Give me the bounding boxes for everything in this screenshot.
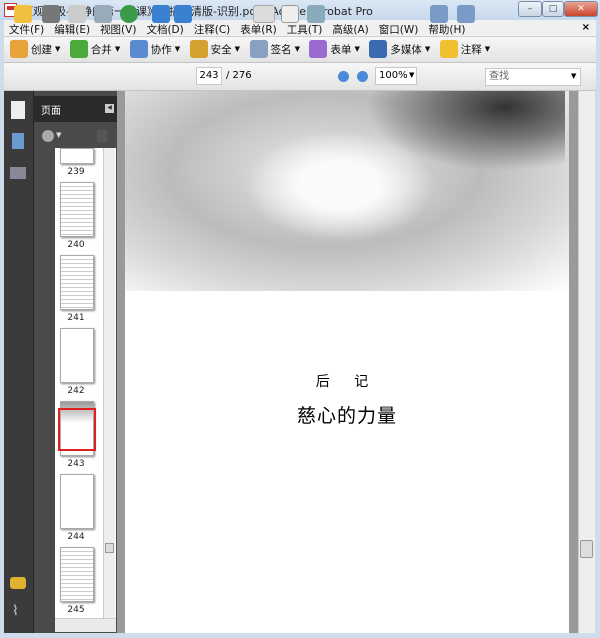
label: 签名 (270, 43, 292, 56)
close-button[interactable]: ✕ (564, 1, 598, 17)
chapter-heading: 后 记 (315, 374, 379, 390)
create-button[interactable]: 创建 ▼ (10, 37, 60, 61)
page-total: / 276 (226, 70, 252, 81)
comment-icon (439, 40, 458, 58)
page-number-label: 244 (67, 532, 85, 542)
page-thumbnail-241[interactable] (60, 255, 94, 310)
label: 注释 (460, 43, 482, 56)
collapse-panel-button[interactable]: ◀ (105, 104, 114, 113)
chevron-down-icon: ▼ (234, 45, 241, 53)
fit-page-icon[interactable] (457, 5, 475, 23)
page-number-input[interactable]: 243 (196, 67, 222, 85)
combine-button[interactable]: 合并 ▼ (69, 37, 121, 61)
hand-tool-icon[interactable] (281, 5, 299, 23)
chevron-down-icon: ▼ (424, 45, 431, 53)
label: 合并 (90, 43, 112, 56)
chapter-title: 慈心的力量 (296, 405, 397, 427)
gear-icon[interactable] (42, 130, 54, 142)
forms-button[interactable]: 表单 ▼ (309, 37, 360, 61)
pen-icon (249, 40, 268, 58)
zoom-tool-icon[interactable] (307, 5, 325, 23)
tasks-toolbar: 创建 ▼ 合并 ▼ 协作 ▼ 安全 ▼ 签名 ▼ 表单 ▼ 多媒体 ▼ 注释 ▼ (4, 37, 596, 63)
open-folder-icon[interactable] (14, 5, 32, 23)
fit-width-icon[interactable] (430, 5, 448, 23)
menu-window[interactable]: 窗口(W) (374, 20, 424, 37)
chevron-down-icon: ▼ (354, 45, 360, 53)
panel-title: 页面 (41, 106, 61, 117)
page-thumbnail-245[interactable] (60, 547, 94, 602)
label: 多媒体 (390, 43, 422, 56)
menu-bar: 文件(F) 编辑(E) 视图(V) 文档(D) 注释(C) 表单(R) 工具(T) 高级(A)… (4, 20, 596, 37)
print-icon[interactable] (42, 5, 60, 23)
chevron-down-icon[interactable]: ▼ (409, 71, 414, 79)
document-scroll-thumb[interactable] (580, 540, 593, 558)
previous-page-icon[interactable] (152, 5, 170, 23)
page-number-label: 242 (67, 386, 85, 396)
navigation-strip: ⌇ (4, 91, 33, 633)
butterfly-image (365, 91, 565, 171)
label: 安全 (210, 43, 232, 56)
signatures-icon[interactable] (10, 167, 26, 179)
collaborate-button[interactable]: 协作 ▼ (129, 37, 181, 61)
chevron-down-icon[interactable]: ▼ (56, 131, 61, 139)
next-page-icon[interactable] (174, 5, 192, 23)
menu-comments[interactable]: 注释(C) (189, 20, 236, 37)
menu-advanced[interactable]: 高级(A) (327, 20, 373, 37)
trash-icon[interactable] (97, 130, 107, 142)
page-number-label: 240 (67, 240, 85, 250)
collaborate-icon (129, 40, 148, 58)
sign-button[interactable]: 签名 ▼ (249, 37, 300, 61)
comment-button[interactable]: 注释 ▼ (439, 37, 491, 61)
pages-icon[interactable] (11, 101, 25, 119)
find-input[interactable]: 查找 (485, 68, 581, 86)
page-number-label: 239 (67, 167, 85, 177)
secure-button[interactable]: 安全 ▼ (189, 37, 241, 61)
maximize-button[interactable]: □ (542, 1, 564, 17)
chevron-down-icon: ▼ (55, 45, 61, 53)
close-document-button[interactable]: × (582, 22, 590, 33)
combine-icon (69, 40, 88, 58)
page-number-label: 241 (67, 313, 85, 323)
chevron-down-icon: ▼ (484, 45, 491, 53)
label: 协作 (150, 43, 172, 56)
zoom-out-icon[interactable] (338, 71, 349, 82)
label: 创建 (31, 43, 52, 56)
chevron-down-icon: ▼ (174, 45, 181, 53)
chevron-down-icon: ▼ (114, 45, 121, 53)
form-icon (309, 40, 328, 58)
chevron-down-icon[interactable]: ▼ (571, 72, 576, 80)
page-number-label: 243 (67, 459, 85, 469)
thumbnail-scrollbar[interactable] (103, 148, 115, 618)
attachment-icon[interactable]: ⌇ (12, 603, 19, 619)
current-view-box[interactable] (58, 408, 96, 451)
page-number-label: 245 (67, 605, 85, 615)
chevron-down-icon: ▼ (294, 45, 300, 53)
panel-header: 页面 ◀ (33, 96, 117, 122)
pdf-page: 后 记 慈心的力量 (125, 91, 569, 633)
zoom-in-icon[interactable] (357, 71, 368, 82)
comments-icon[interactable] (10, 577, 26, 589)
bookmarks-icon[interactable] (12, 133, 24, 149)
create-icon (10, 40, 28, 58)
page-thumbnail-239[interactable] (60, 148, 94, 164)
lock-icon (189, 40, 208, 58)
minimize-button[interactable]: – (518, 1, 542, 17)
page-thumbnail-242[interactable] (60, 328, 94, 383)
title-bar: 《观呼吸-平静的第一堂课》扫描高清版-识别.pdf - Adobe Acroba… (0, 0, 600, 20)
multimedia-icon (369, 40, 388, 58)
select-text-icon[interactable] (253, 5, 275, 23)
web-upload-icon[interactable] (120, 5, 138, 23)
multimedia-button[interactable]: 多媒体 ▼ (369, 37, 430, 61)
thumbnail-horizontal-scrollbar[interactable] (55, 618, 116, 632)
email-icon[interactable] (94, 5, 112, 23)
label: 表单 (330, 43, 352, 56)
page-thumbnail-244[interactable] (60, 474, 94, 529)
page-thumbnail-240[interactable] (60, 182, 94, 237)
save-icon[interactable] (68, 5, 86, 23)
scroll-thumb[interactable] (105, 543, 114, 553)
